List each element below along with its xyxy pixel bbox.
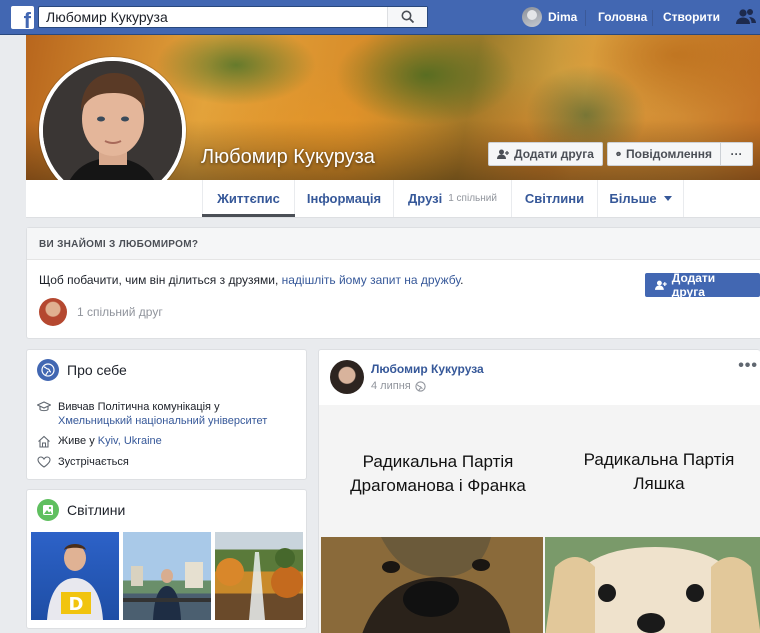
photo-thumbnail[interactable] [215, 532, 303, 620]
profile-more-button[interactable]: ··· [720, 142, 753, 166]
search-input[interactable] [39, 7, 389, 27]
relationship-status: Зустрічається [58, 456, 129, 468]
right-caption-line-1: Радикальна Партія [583, 450, 735, 469]
post-image[interactable]: Радикальна Партія Драгоманова і Франка Р… [319, 405, 760, 633]
about-card: Про себе Вивчав Політична комунікація у … [26, 349, 307, 480]
tab-about-label: Інформація [306, 191, 382, 206]
facebook-logo[interactable]: f [11, 6, 34, 29]
search-box [38, 6, 428, 28]
tab-about[interactable]: Інформація [295, 180, 394, 217]
about-location: Живе у Kyiv, Ukraine [37, 434, 162, 448]
nav-home-link[interactable]: Головна [598, 10, 647, 24]
about-card-header: Про себе [27, 350, 306, 390]
post-options-button[interactable]: ••• [738, 357, 758, 375]
add-friend-button-secondary[interactable]: Додати друга [645, 271, 760, 299]
post-card: Любомир Кукуруза 4 липня ••• Радикальна … [318, 349, 760, 633]
education-prefix: Вивчав Політична комунікація у [58, 401, 220, 413]
photos-card-header: Світлини [27, 490, 306, 530]
tab-more[interactable]: Більше [598, 180, 684, 217]
left-caption-line-2: Драгоманова і Франка [350, 476, 526, 495]
heart-icon [37, 456, 51, 468]
right-caption-line-2: Ляшка [633, 474, 685, 493]
add-friend-label: Додати друга [671, 271, 716, 299]
photos-card: Світлини D [26, 489, 307, 629]
nav-user-profile-link[interactable]: Dima [522, 7, 577, 27]
photo-person-in-city-image [123, 562, 211, 620]
message-label: Повідомлення [626, 147, 712, 161]
right-meme-caption: Радикальна Партія Ляшка [559, 448, 759, 496]
user-avatar [522, 7, 542, 27]
german-shepherd-image [321, 537, 543, 633]
about-card-title: Про себе [67, 362, 127, 378]
messenger-icon [616, 151, 621, 157]
mutual-friends-count: 1 спільний друг [77, 305, 163, 319]
message-button[interactable]: Повідомлення [607, 142, 721, 166]
add-friend-icon [655, 280, 667, 290]
friend-suggestion-text: Щоб побачити, чим він ділиться з друзями… [39, 273, 464, 287]
left-caption-line-1: Радикальна Партія [362, 452, 514, 471]
photo-person-with-letter-image: D [47, 544, 103, 620]
facebook-logo-letter: f [23, 8, 31, 30]
more-dots-icon: ··· [730, 147, 743, 161]
tab-photos-label: Світлини [524, 191, 585, 206]
mutual-friends[interactable]: 1 спільний друг [39, 298, 163, 326]
graduation-cap-icon [37, 401, 51, 412]
location-prefix: Живе у [58, 435, 95, 447]
photos-card-title: Світлини [67, 502, 126, 518]
add-friend-icon [497, 149, 509, 159]
about-education: Вивчав Політична комунікація у Хмельниць… [37, 400, 267, 428]
friend-suggestion-box: ВИ ЗНАЙОМІ З ЛЮБОМИРОМ? Щоб побачити, чи… [26, 227, 760, 339]
add-friend-label: Додати друга [514, 147, 594, 161]
puppy-image [545, 537, 760, 633]
post-date[interactable]: 4 липня [371, 380, 411, 392]
chevron-down-icon [663, 196, 672, 201]
add-friend-button[interactable]: Додати друга [488, 142, 603, 166]
home-icon [38, 435, 50, 448]
tab-timeline-label: Життєпис [217, 191, 280, 206]
suggestion-text-start: Щоб побачити, чим він ділиться з друзями… [39, 273, 282, 287]
nav-create-link[interactable]: Створити [663, 10, 720, 24]
tab-friends-label: Друзі [408, 191, 443, 206]
friend-requests-icon[interactable] [736, 8, 756, 26]
left-meme-caption: Радикальна Партія Драгоманова і Франка [329, 450, 547, 498]
active-tab-indicator [202, 214, 295, 217]
photo-thumbnail[interactable]: D [31, 532, 119, 620]
nav-divider [585, 10, 586, 26]
location-link[interactable]: Kyiv, Ukraine [98, 434, 162, 448]
profile-name[interactable]: Любомир Кукуруза [201, 146, 375, 169]
tab-timeline[interactable]: Життєпис [202, 180, 295, 217]
tab-friends[interactable]: Друзі 1 спільний [394, 180, 512, 217]
post-author-name[interactable]: Любомир Кукуруза [371, 362, 484, 376]
photo-thumbnail[interactable] [123, 532, 211, 620]
suggestion-text-end: . [460, 273, 464, 287]
top-navigation-bar: f Dima Головна Створити [0, 0, 760, 35]
photo-forest-waterfall-image [216, 548, 303, 620]
profile-tabs: Життєпис Інформація Друзі 1 спільний Сві… [26, 180, 760, 218]
photos-icon [37, 499, 59, 521]
about-relationship: Зустрічається [37, 455, 129, 469]
globe-icon [37, 359, 59, 381]
post-timestamp: 4 липня [371, 380, 426, 392]
nav-divider [652, 10, 653, 26]
tab-more-label: Більше [609, 191, 657, 206]
post-author-avatar[interactable] [330, 360, 364, 394]
globe-privacy-icon[interactable] [415, 380, 426, 392]
search-icon [401, 10, 415, 24]
tab-photos[interactable]: Світлини [512, 180, 598, 217]
education-school-link[interactable]: Хмельницький національний університет [58, 415, 267, 427]
send-friend-request-link[interactable]: надішліть йому запит на дружбу [282, 273, 461, 287]
search-button[interactable] [387, 7, 427, 27]
friend-suggestion-heading: ВИ ЗНАЙОМІ З ЛЮБОМИРОМ? [27, 228, 760, 260]
mutual-friend-avatar[interactable] [39, 298, 67, 326]
svg-text:D: D [69, 594, 84, 615]
nav-user-name: Dima [548, 10, 578, 24]
tab-friends-count: 1 спільний [448, 193, 497, 204]
